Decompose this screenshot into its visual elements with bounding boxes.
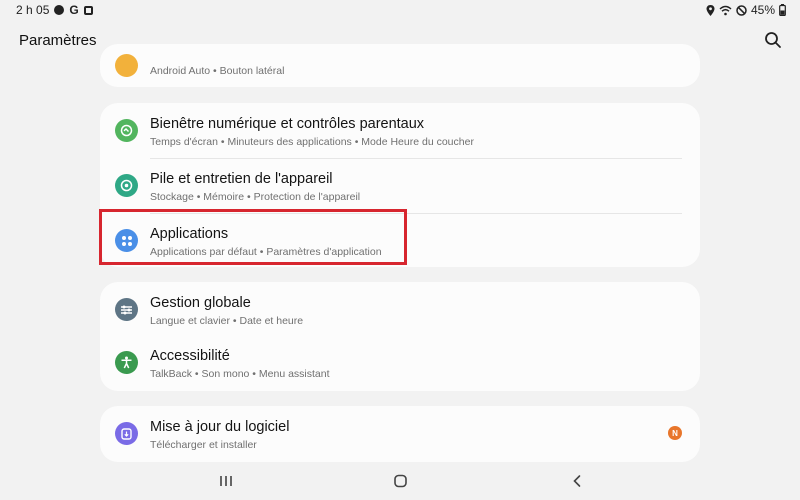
status-right: 45% <box>706 3 786 17</box>
settings-item-title: Pile et entretien de l'appareil <box>150 171 333 187</box>
applications-icon <box>115 229 138 252</box>
status-bar: 2 h 05 G 45% <box>0 0 800 20</box>
home-icon <box>394 474 407 488</box>
battery-percent: 45% <box>750 3 775 17</box>
search-button[interactable] <box>764 31 782 49</box>
settings-card-partial: Android Auto • Bouton latéral <box>100 44 700 87</box>
do-not-disturb-icon <box>736 4 747 16</box>
settings-item-software-update[interactable]: Mise à jour du logiciel Télécharger et i… <box>100 406 700 461</box>
page-title: Paramètres <box>19 32 97 49</box>
home-button[interactable] <box>393 474 413 490</box>
status-left: 2 h 05 G <box>16 3 93 17</box>
software-update-icon <box>115 422 138 445</box>
settings-item-applications[interactable]: Applications Applications par défaut • P… <box>100 213 700 267</box>
location-icon <box>706 4 715 16</box>
settings-card-group3: Mise à jour du logiciel Télécharger et i… <box>100 406 700 462</box>
settings-item-title: Gestion globale <box>150 295 251 311</box>
settings-item-digital-wellbeing[interactable]: Bienêtre numérique et contrôles parentau… <box>100 103 700 158</box>
divider <box>150 213 682 214</box>
settings-item-subtitle: TalkBack • Son mono • Menu assistant <box>150 368 330 380</box>
settings-item-subtitle: Langue et clavier • Date et heure <box>150 315 304 327</box>
partial-item-subtitle: Android Auto • Bouton latéral <box>150 65 285 77</box>
settings-item-accessibility[interactable]: Accessibilité TalkBack • Son mono • Menu… <box>100 336 700 391</box>
settings-card-group1: Bienêtre numérique et contrôles parentau… <box>100 103 700 267</box>
back-icon <box>573 475 581 487</box>
recent-apps-icon <box>220 476 232 486</box>
back-button[interactable] <box>570 474 590 490</box>
divider <box>150 158 682 159</box>
recent-apps-button[interactable] <box>218 474 238 490</box>
settings-item-subtitle: Télécharger et installer <box>150 439 257 451</box>
status-time: 2 h 05 <box>16 3 50 17</box>
general-management-icon <box>115 298 138 321</box>
app-notification-icon <box>54 5 65 15</box>
battery-icon <box>779 4 786 16</box>
settings-item-title: Accessibilité <box>150 348 230 364</box>
accessibility-icon <box>115 351 138 374</box>
settings-item-title: Applications <box>150 226 229 242</box>
device-care-icon <box>115 174 138 197</box>
navigation-bar <box>0 466 800 500</box>
settings-item-battery-care[interactable]: Pile et entretien de l'appareil Stockage… <box>100 158 700 213</box>
partial-item-icon <box>115 54 138 77</box>
search-icon <box>765 32 781 48</box>
wifi-icon <box>719 5 732 15</box>
settings-item-general-management[interactable]: Gestion globale Langue et clavier • Date… <box>100 282 700 336</box>
settings-item-title: Mise à jour du logiciel <box>150 419 290 435</box>
settings-item-subtitle: Temps d'écran • Minuteurs des applicatio… <box>150 136 474 148</box>
new-badge: N <box>668 426 682 440</box>
digital-wellbeing-icon <box>115 119 138 142</box>
google-icon: G <box>69 3 79 17</box>
settings-card-group2: Gestion globale Langue et clavier • Date… <box>100 282 700 391</box>
settings-item-title: Bienêtre numérique et contrôles parentau… <box>150 116 425 132</box>
settings-item-partial[interactable]: Android Auto • Bouton latéral <box>100 44 700 87</box>
message-icon <box>83 5 93 15</box>
settings-item-subtitle: Applications par défaut • Paramètres d'a… <box>150 246 382 258</box>
settings-item-subtitle: Stockage • Mémoire • Protection de l'app… <box>150 191 361 203</box>
